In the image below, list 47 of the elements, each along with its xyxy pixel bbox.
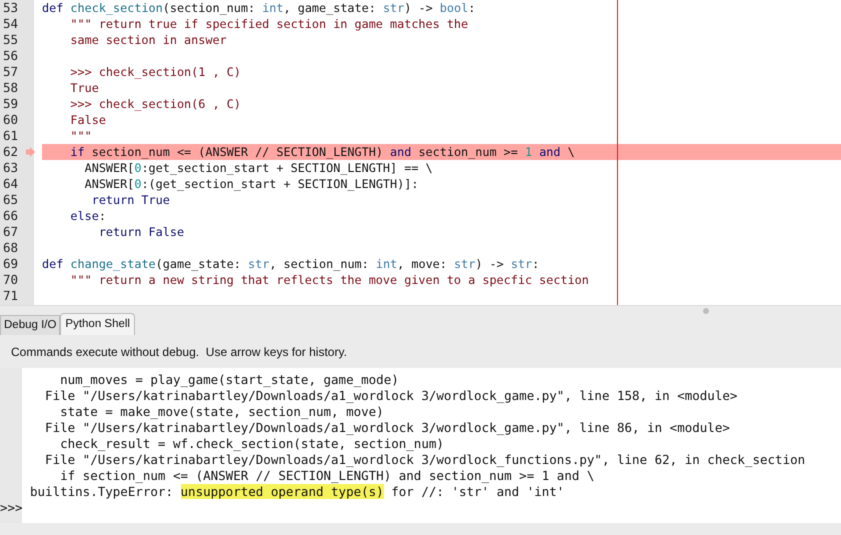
code-line: return True [90,192,171,208]
code-line: else: [69,208,107,224]
code-line: False [69,112,107,128]
shell-output-line: if section_num <= (ANSWER // SECTION_LENGTH) and section_num >= 1 and \ [59,468,594,484]
shell-prompt: >>> [0,500,23,516]
code-line: same section in answer [69,32,228,48]
code-line: return False [98,224,186,240]
line-number: 66 [2,208,20,224]
code-line: """ return a new string that reflects the move given to a specfic section [69,272,590,288]
tab[interactable]: Python Shell [60,313,135,335]
code-line: def check_section(section_num: int, game_state: str) -> bool: [42,0,476,16]
shell-output-line: File "/Users/katrinabartley/Downloads/a1_wordlock 3/wordlock_game.py", line 86, in <module> [44,420,730,436]
line-number: 55 [2,32,20,48]
code-line: ANSWER[0:get_section_start + SECTION_LENGTH] == \ [84,160,434,176]
line-number: 58 [2,80,20,96]
code-line: ANSWER[0:(get_section_start + SECTION_LENGTH)]: [84,176,420,192]
line-number: 64 [2,176,20,192]
shell-output-line: state = make_move(state, section_num, move) [59,404,384,420]
code-line: """ return true if specified section in game matches the [69,16,470,32]
line-number: 65 [2,192,20,208]
code-line: def change_state(game_state: str, section_num: int, move: str) -> str: [42,256,540,272]
line-number: 67 [2,224,20,240]
code-line: >>> check_section(6 , C) [69,96,242,112]
line-number: 57 [2,64,20,80]
shell-output-line: File "/Users/katrinabartley/Downloads/a1_wordlock 3/wordlock_game.py", line 158, in <module> [44,388,738,404]
shell-output-line: check_result = wf.check_section(state, section_num) [59,436,444,452]
line-number: 70 [2,272,20,288]
line-number: 69 [2,256,20,272]
line-number: 56 [2,48,20,64]
code-line: True [69,80,100,96]
splitter-handle[interactable] [703,308,709,314]
code-line: """ [69,128,93,144]
line-number: 54 [2,16,20,32]
shell-output-line: num_moves = play_game(start_state, game_mode) [59,372,399,388]
code-line: >>> check_section(1 , C) [69,64,242,80]
shell-output-line: File "/Users/katrinabartley/Downloads/a1_wordlock 3/wordlock_functions.py", line 62, in check_section [44,452,806,468]
line-number: 71 [2,288,20,304]
shell-output-line: builtins.TypeError: unsupported operand type(s) for //: 'str' and 'int' [30,484,564,500]
line-number: 62 [2,144,20,160]
shell-info-text: Commands execute without debug. Use arrow keys for history. [10,344,348,359]
line-number: 61 [2,128,20,144]
tab[interactable]: Debug I/O [0,315,60,335]
line-number: 60 [2,112,20,128]
line-number: 68 [2,240,20,256]
line-number: 53 [2,0,20,16]
line-number: 63 [2,160,20,176]
line-number: 59 [2,96,20,112]
